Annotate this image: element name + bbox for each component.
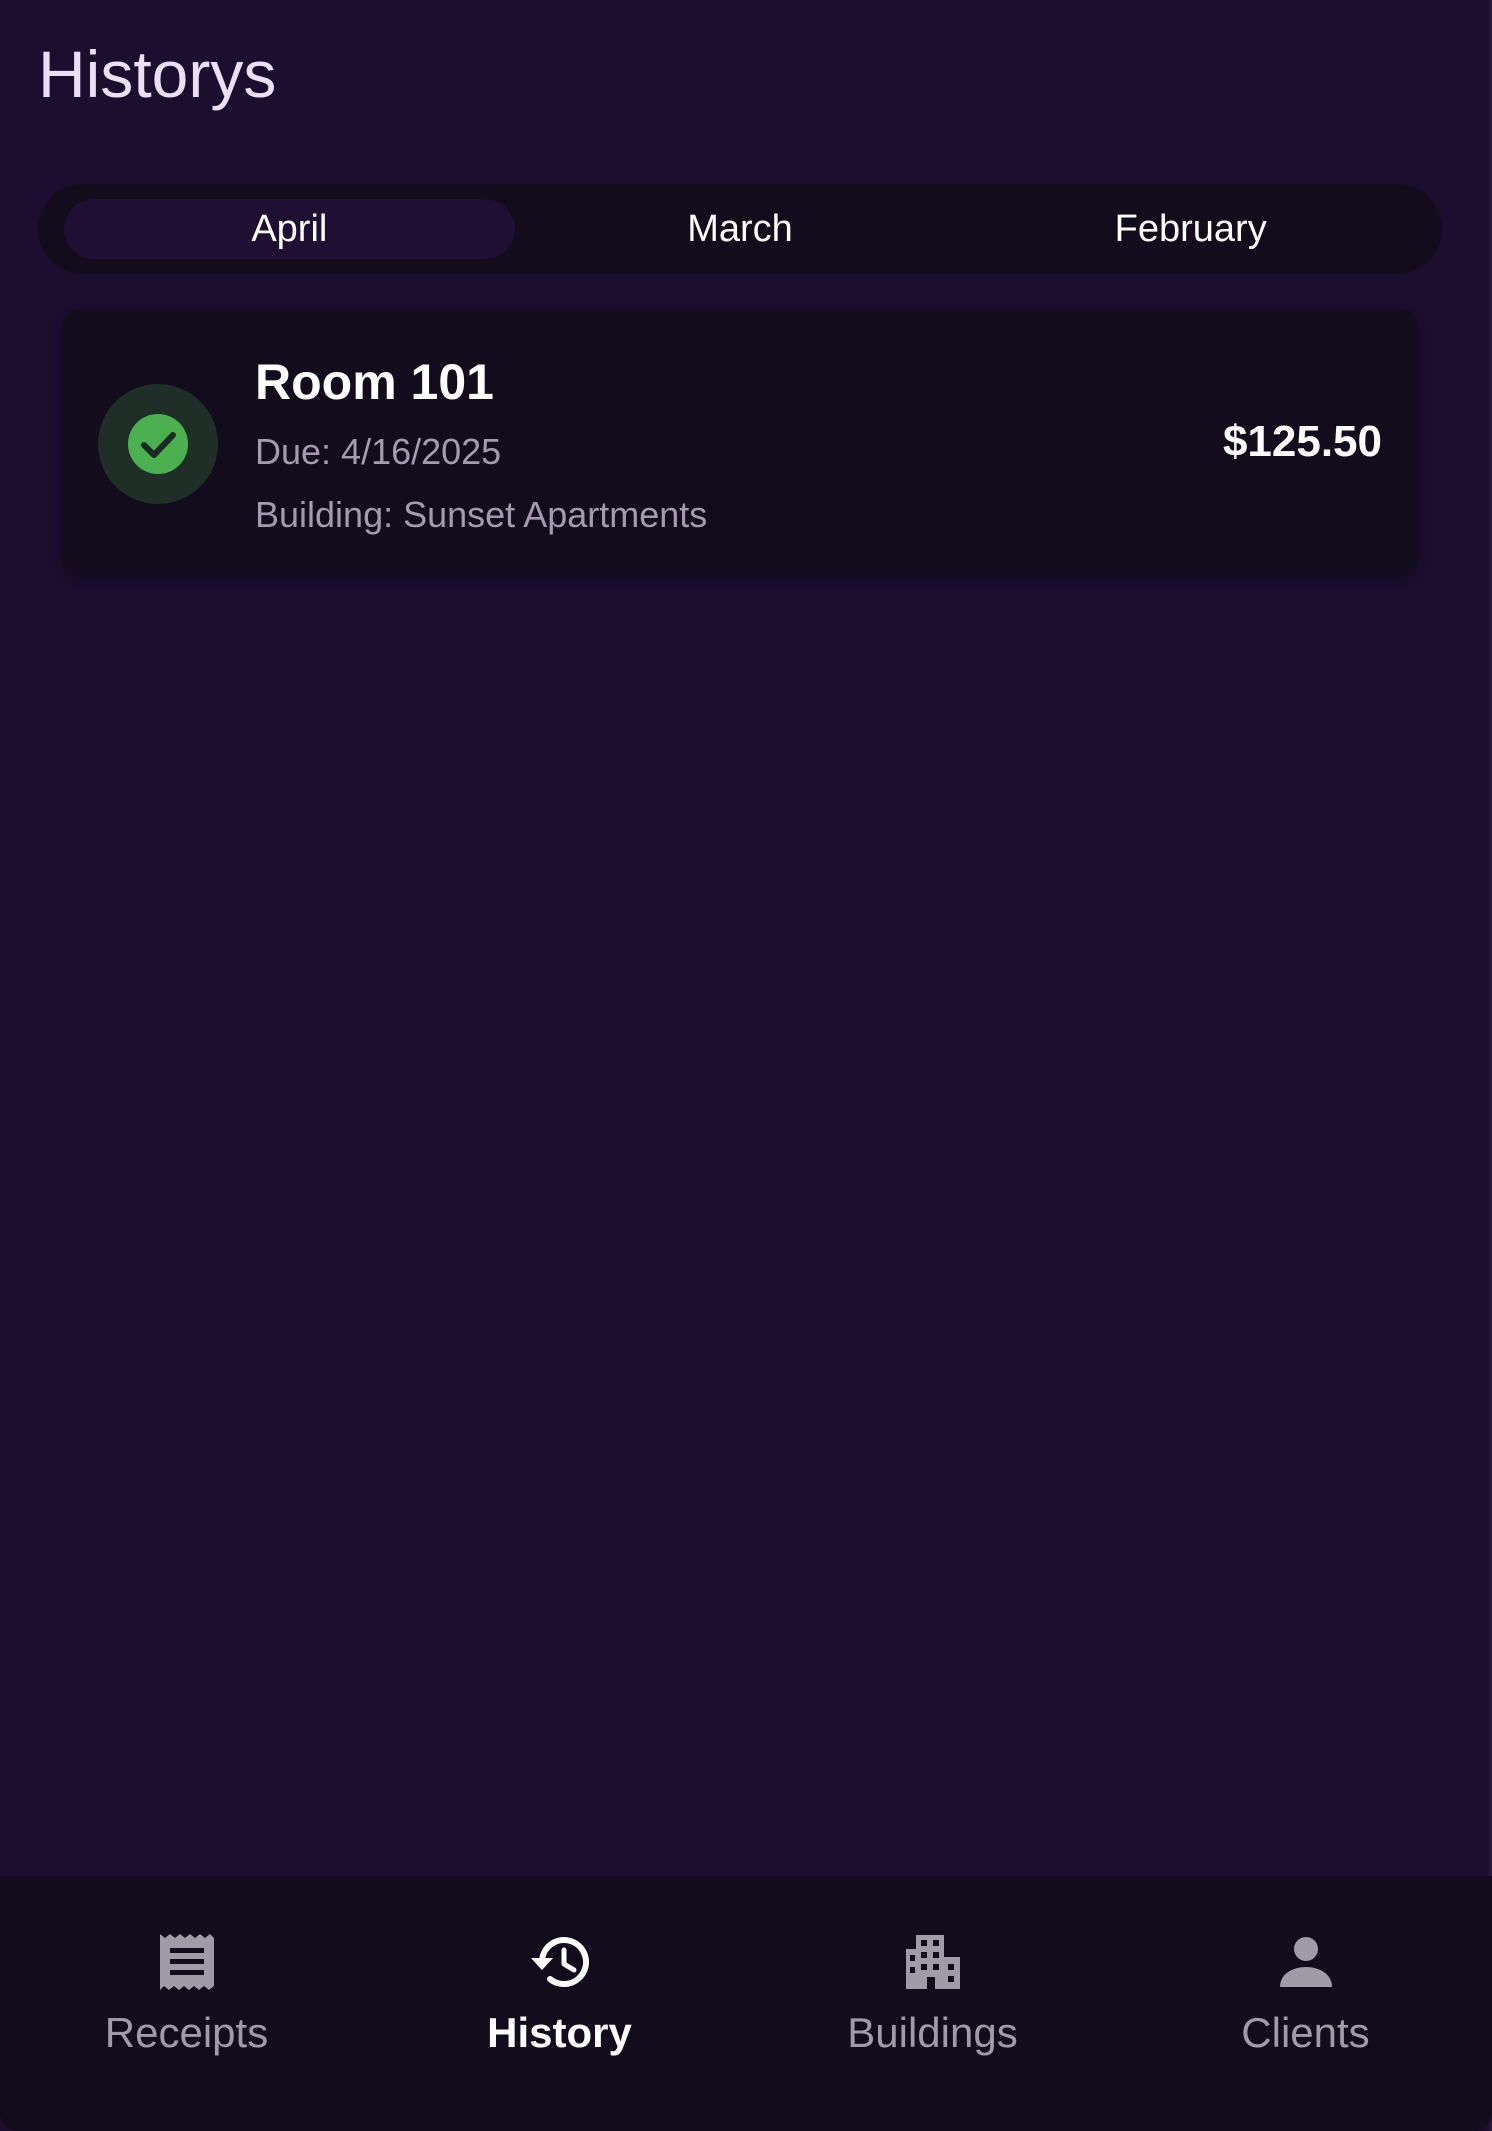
nav-buildings-label: Buildings bbox=[847, 2009, 1018, 2056]
status-indicator bbox=[98, 384, 218, 504]
nav-history-label: History bbox=[487, 2009, 632, 2056]
bottom-navigation: Receipts History Buildings Clients bbox=[0, 1876, 1492, 2131]
history-icon bbox=[528, 1930, 592, 1994]
app-root: Historys April March February Room 101 D… bbox=[0, 0, 1492, 2131]
nav-clients[interactable]: Clients bbox=[1119, 1876, 1492, 2131]
tab-april[interactable]: April bbox=[64, 199, 515, 259]
tab-march[interactable]: March bbox=[515, 199, 966, 259]
building-name: Building: Sunset Apartments bbox=[255, 494, 708, 535]
amount: $125.50 bbox=[1222, 417, 1382, 466]
nav-buildings[interactable]: Buildings bbox=[746, 1876, 1119, 2131]
nav-history[interactable]: History bbox=[373, 1876, 746, 2131]
person-icon bbox=[1274, 1930, 1338, 1994]
due-date: Due: 4/16/2025 bbox=[255, 431, 502, 472]
check-circle-icon bbox=[128, 414, 188, 474]
nav-receipts[interactable]: Receipts bbox=[0, 1876, 373, 2131]
month-tabs: April March February bbox=[38, 184, 1442, 274]
room-name: Room 101 bbox=[255, 354, 494, 410]
nav-clients-label: Clients bbox=[1241, 2009, 1370, 2056]
history-card[interactable]: Room 101 Due: 4/16/2025 Building: Sunset… bbox=[62, 310, 1418, 574]
building-icon bbox=[901, 1930, 965, 1994]
page-title: Historys bbox=[38, 37, 277, 111]
nav-receipts-label: Receipts bbox=[104, 2009, 269, 2056]
receipt-icon bbox=[155, 1930, 219, 1994]
tab-february[interactable]: February bbox=[965, 199, 1416, 259]
